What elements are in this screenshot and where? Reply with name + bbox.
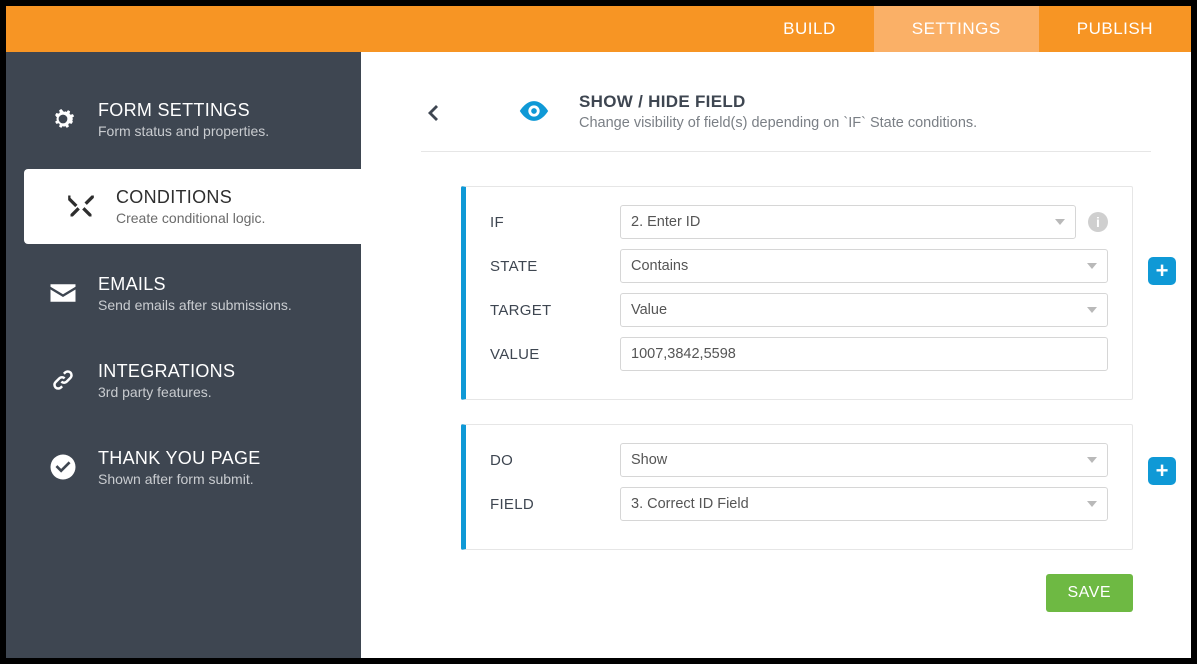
do-label: DO [490,452,620,469]
if-field-select[interactable]: 2. Enter ID [620,205,1076,239]
sidebar-item-conditions[interactable]: CONDITIONS Create conditional logic. [24,169,361,244]
info-icon[interactable]: i [1088,212,1108,232]
top-tabbar: BUILD SETTINGS PUBLISH [6,6,1191,52]
main-panel: SHOW / HIDE FIELD Change visibility of f… [361,52,1191,658]
eye-icon [517,92,551,133]
check-circle-icon [46,450,80,484]
state-value: Contains [631,258,688,274]
add-condition-button[interactable]: + [1148,257,1176,285]
sidebar-item-title: THANK YOU PAGE [98,448,339,469]
link-icon [46,363,80,397]
page-title: SHOW / HIDE FIELD [579,92,1151,112]
save-button[interactable]: SAVE [1046,574,1134,612]
sidebar-item-sub: Send emails after submissions. [98,297,339,313]
if-label: IF [490,214,620,231]
sidebar-item-thankyou[interactable]: THANK YOU PAGE Shown after form submit. [6,430,361,505]
sidebar-item-title: INTEGRATIONS [98,361,339,382]
state-select[interactable]: Contains [620,249,1108,283]
value-label: VALUE [490,346,620,363]
condition-panel: IF 2. Enter ID i STATE Contains TARGET [461,186,1133,400]
field-select[interactable]: 3. Correct ID Field [620,487,1108,521]
sidebar-item-sub: Shown after form submit. [98,471,339,487]
settings-sidebar: FORM SETTINGS Form status and properties… [6,52,361,658]
add-action-button[interactable]: + [1148,457,1176,485]
sidebar-item-emails[interactable]: EMAILS Send emails after submissions. [6,256,361,331]
chevron-down-icon [1087,457,1097,463]
sidebar-item-sub: Form status and properties. [98,123,339,139]
chevron-down-icon [1087,263,1097,269]
tab-settings[interactable]: SETTINGS [874,6,1039,52]
chevron-down-icon [1087,307,1097,313]
field-label: FIELD [490,496,620,513]
envelope-icon [46,276,80,310]
sidebar-item-sub: Create conditional logic. [116,210,339,226]
tab-build[interactable]: BUILD [745,6,874,52]
if-field-value: 2. Enter ID [631,214,700,230]
do-value: Show [631,452,667,468]
back-button[interactable] [421,92,445,135]
do-select[interactable]: Show [620,443,1108,477]
field-value: 3. Correct ID Field [631,496,749,512]
sidebar-item-sub: 3rd party features. [98,384,339,400]
chevron-down-icon [1055,219,1065,225]
page-subtitle: Change visibility of field(s) depending … [579,115,1151,131]
sidebar-item-form-settings[interactable]: FORM SETTINGS Form status and properties… [6,82,361,157]
tools-icon [64,189,98,223]
target-value: Value [631,302,667,318]
sidebar-item-integrations[interactable]: INTEGRATIONS 3rd party features. [6,343,361,418]
sidebar-item-title: EMAILS [98,274,339,295]
tab-publish[interactable]: PUBLISH [1039,6,1191,52]
target-select[interactable]: Value [620,293,1108,327]
state-label: STATE [490,258,620,275]
value-input[interactable] [620,337,1108,371]
chevron-down-icon [1087,501,1097,507]
action-panel: DO Show FIELD 3. Correct ID Field + [461,424,1133,550]
gear-icon [46,102,80,136]
sidebar-item-title: FORM SETTINGS [98,100,339,121]
target-label: TARGET [490,302,620,319]
sidebar-item-title: CONDITIONS [116,187,339,208]
